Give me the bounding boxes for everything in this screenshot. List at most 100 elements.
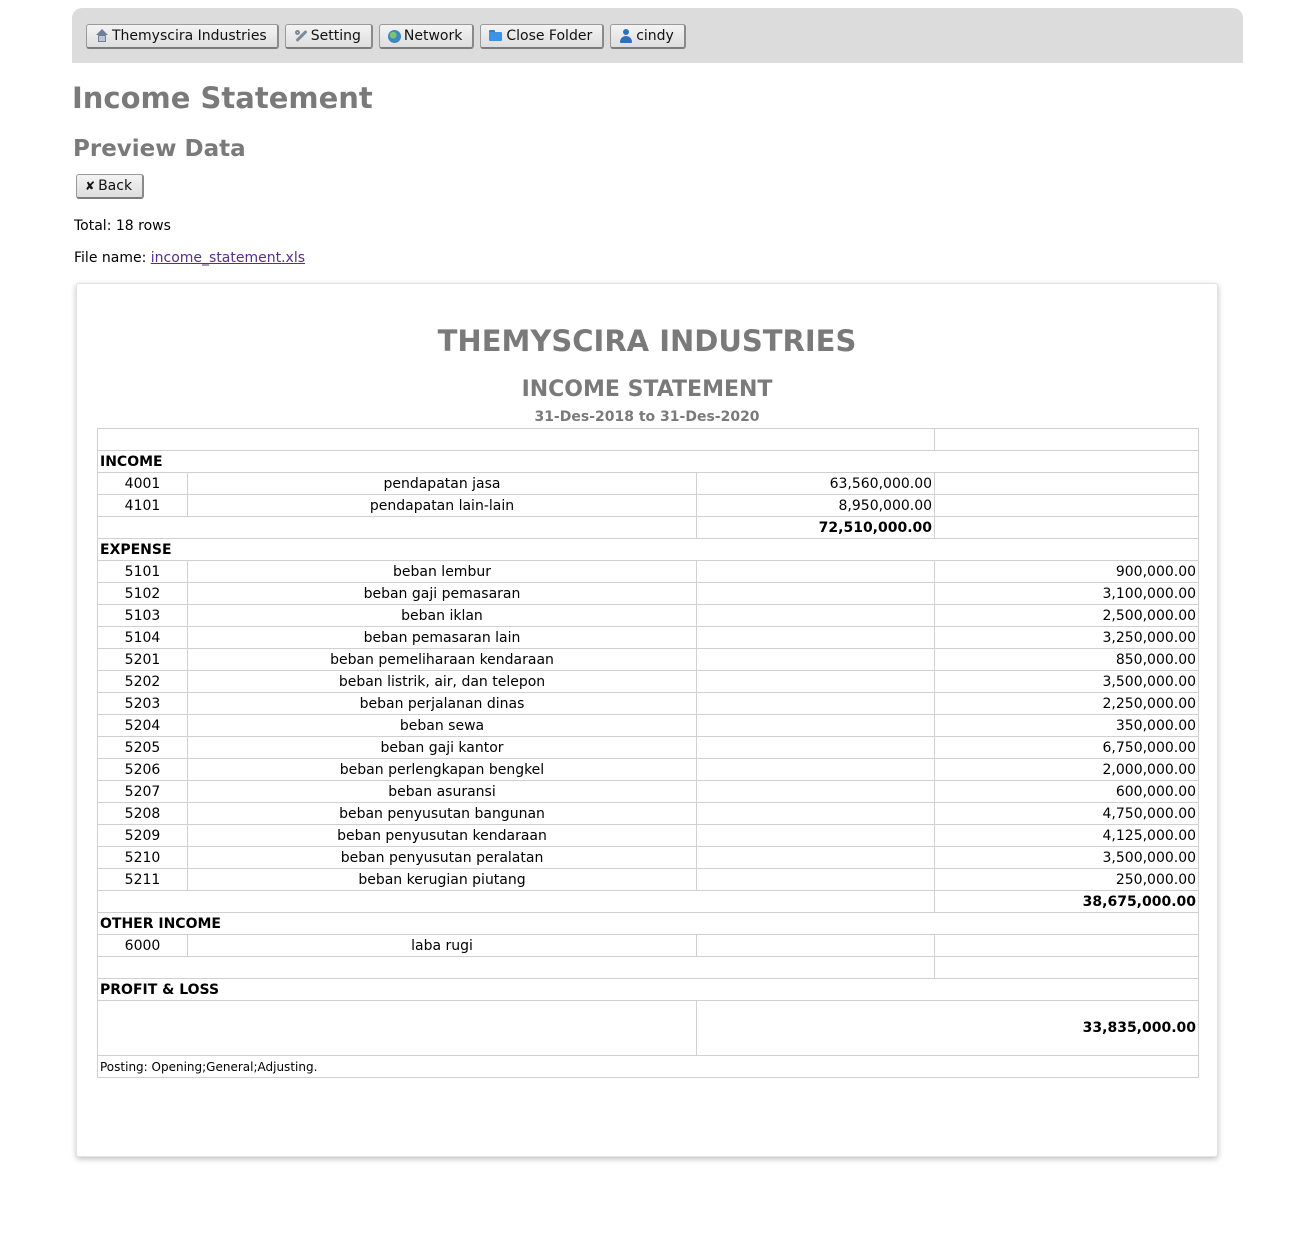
amount-cell — [695, 780, 936, 803]
amount-cell — [695, 868, 936, 891]
amount-cell — [695, 626, 936, 649]
amount-cell — [695, 934, 936, 957]
total-cell — [934, 494, 1200, 517]
account-name: beban lembur — [187, 560, 697, 583]
income-statement-table: INCOME 4001 pendapatan jasa 63,560,000.00 41… — [96, 428, 1200, 1078]
report-period: 31-Des-2018 to 31-Des-2020 — [534, 409, 760, 425]
page-subtitle: Preview Data — [73, 136, 246, 162]
account-name: beban pemeliharaan kendaraan — [187, 648, 697, 671]
account-name: beban sewa — [187, 714, 697, 737]
company-name: THEMYSCIRA INDUSTRIES — [437, 324, 857, 358]
account-code: 5211 — [97, 868, 188, 891]
table-row: 5104 beban pemasaran lain 3,250,000.00 — [97, 626, 1200, 649]
account-name: pendapatan lain-lain — [187, 494, 697, 517]
account-code: 4001 — [97, 472, 188, 495]
table-row: 5209 beban penyusutan kendaraan 4,125,000.… — [97, 824, 1200, 847]
table-row: 5204 beban sewa 350,000.00 — [97, 714, 1200, 737]
account-code: 5203 — [97, 692, 188, 715]
table-row: 5202 beban listrik, air, dan telepon 3,500… — [97, 670, 1200, 693]
close-folder-button[interactable]: Close Folder — [480, 24, 605, 49]
account-amount: 2,250,000.00 — [934, 692, 1200, 715]
account-name: laba rugi — [187, 934, 697, 957]
account-name: beban penyusutan peralatan — [187, 846, 697, 869]
account-code: 5102 — [97, 582, 188, 605]
close-icon: ✘ — [85, 179, 96, 193]
page-title: Income Statement — [72, 81, 373, 115]
section-header: OTHER INCOME — [96, 912, 1200, 935]
account-amount: 8,950,000.00 — [695, 494, 936, 517]
account-code: 4101 — [97, 494, 188, 517]
network-button[interactable]: Network — [378, 24, 475, 49]
account-code: 5209 — [97, 824, 188, 847]
account-amount: 3,500,000.00 — [934, 670, 1200, 693]
account-code: 5207 — [97, 780, 188, 803]
account-name: beban penyusutan kendaraan — [187, 824, 697, 847]
table-row: 5102 beban gaji pemasaran 3,100,000.00 — [97, 582, 1200, 605]
account-code: 5101 — [97, 560, 188, 583]
section-header: PROFIT & LOSS — [96, 978, 1200, 1001]
account-code: 5208 — [97, 802, 188, 825]
account-amount: 2,500,000.00 — [934, 604, 1200, 627]
setting-button[interactable]: Setting — [284, 24, 373, 49]
account-amount: 4,750,000.00 — [934, 802, 1200, 825]
account-amount: 63,560,000.00 — [695, 472, 936, 495]
account-name: beban iklan — [187, 604, 697, 627]
table-row: 5205 beban gaji kantor 6,750,000.00 — [97, 736, 1200, 759]
amount-cell — [695, 692, 936, 715]
account-code: 5201 — [97, 648, 188, 671]
account-amount: 4,125,000.00 — [934, 824, 1200, 847]
posting-note: Posting: Opening;General;Adjusting. — [96, 1055, 1200, 1078]
setting-button-label: Setting — [310, 28, 361, 44]
section-header: INCOME — [96, 450, 1200, 473]
total-cell — [934, 934, 1200, 957]
table-row: 5203 beban perjalanan dinas 2,250,000.00 — [97, 692, 1200, 715]
wrench-icon — [294, 29, 308, 43]
account-amount: 2,000,000.00 — [934, 758, 1200, 781]
table-row: 4101 pendapatan lain-lain 8,950,000.00 — [97, 494, 1200, 517]
account-code: 5206 — [97, 758, 188, 781]
section-label: PROFIT & LOSS — [96, 978, 1200, 1001]
company-button[interactable]: Themyscira Industries — [86, 24, 279, 49]
amount-cell — [695, 802, 936, 825]
account-amount: 6,750,000.00 — [934, 736, 1200, 759]
company-button-label: Themyscira Industries — [112, 28, 267, 44]
amount-cell — [695, 714, 936, 737]
network-button-label: Network — [403, 28, 463, 44]
close-folder-button-label: Close Folder — [506, 28, 593, 44]
amount-cell — [695, 824, 936, 847]
amount-cell — [695, 846, 936, 869]
amount-cell — [695, 736, 936, 759]
blank-cell — [934, 516, 1200, 539]
user-icon — [619, 29, 633, 43]
file-name-link[interactable]: income_statement.xls — [151, 250, 305, 266]
account-code: 5210 — [97, 846, 188, 869]
account-amount: 850,000.00 — [934, 648, 1200, 671]
posting-row: Posting: Opening;General;Adjusting. — [96, 1055, 1200, 1078]
file-name-row: File name: income_statement.xls — [74, 250, 305, 266]
blank-cell — [96, 428, 936, 451]
account-code: 5205 — [97, 736, 188, 759]
user-button[interactable]: cindy — [610, 24, 686, 49]
amount-cell — [695, 758, 936, 781]
back-button[interactable]: ✘ Back — [76, 174, 145, 199]
account-name: beban perjalanan dinas — [187, 692, 697, 715]
account-name: beban gaji kantor — [187, 736, 697, 759]
expense-total: 38,675,000.00 — [934, 890, 1200, 913]
section-header: EXPENSE — [96, 538, 1200, 561]
section-label: INCOME — [96, 450, 1200, 473]
account-code: 5204 — [97, 714, 188, 737]
account-name: beban asuransi — [187, 780, 697, 803]
account-amount: 250,000.00 — [934, 868, 1200, 891]
account-name: beban pemasaran lain — [187, 626, 697, 649]
blank-cell — [97, 516, 697, 539]
folder-icon — [489, 29, 503, 43]
account-code: 5104 — [97, 626, 188, 649]
account-amount: 3,100,000.00 — [934, 582, 1200, 605]
file-name-label: File name: — [74, 250, 147, 266]
table-row: 5103 beban iklan 2,500,000.00 — [97, 604, 1200, 627]
account-name: pendapatan jasa — [187, 472, 697, 495]
amount-cell — [695, 560, 936, 583]
account-name: beban listrik, air, dan telepon — [187, 670, 697, 693]
blank-cell — [934, 956, 1200, 979]
table-row: 5211 beban kerugian piutang 250,000.00 — [97, 868, 1200, 891]
